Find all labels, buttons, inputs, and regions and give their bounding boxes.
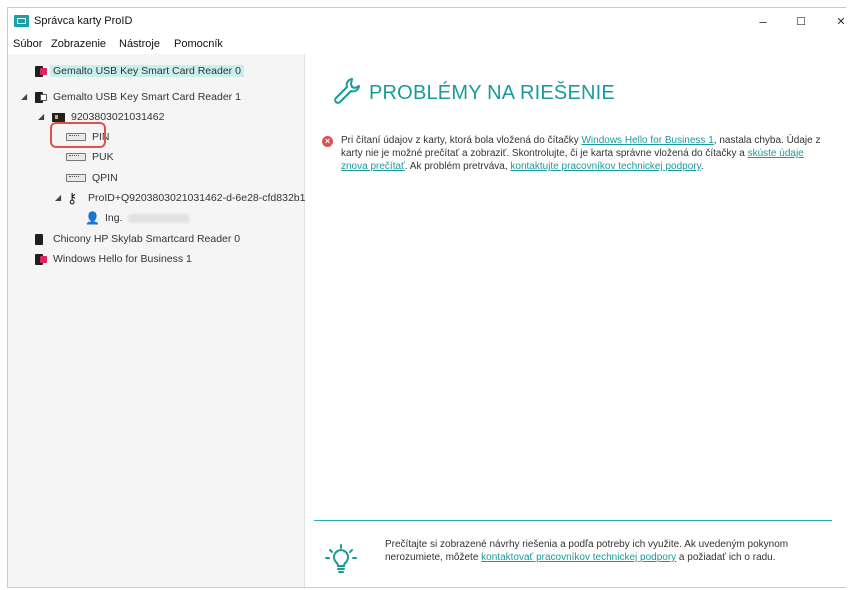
redacted-name — [127, 213, 190, 223]
user-certificate-icon: 👤 — [85, 211, 100, 225]
puk-key-icon — [66, 153, 86, 161]
tree-item-reader-chicony[interactable]: Chicony HP Skylab Smartcard Reader 0 — [35, 231, 240, 247]
tree-item-windows-hello[interactable]: Windows Hello for Business 1 — [35, 251, 192, 267]
tree-item-label: QPIN — [92, 172, 118, 184]
contact-support-link-hint[interactable]: kontaktovať pracovníkov technickej podpo… — [481, 552, 676, 563]
contact-support-link[interactable]: kontaktujte pracovníkov technickej podpo… — [510, 161, 700, 172]
tree-item-user[interactable]: 👤 Ing. — [85, 210, 190, 226]
problems-panel: PROBLÉMY NA RIEŠENIE × Pri čítaní údajov… — [305, 54, 846, 587]
certificate-key-icon: ⚷ — [67, 190, 78, 206]
menu-file[interactable]: Súbor — [13, 38, 42, 50]
tree-item-label: Gemalto USB Key Smart Card Reader 0 — [50, 65, 244, 77]
tree-item-label: ProID+Q9203803021031462-d-6e28-cfd832b1 — [88, 192, 306, 204]
smart-card-icon — [52, 112, 65, 122]
menu-bar: Súbor Zobrazenie Nástroje Pomocník — [8, 36, 846, 54]
collapse-icon[interactable]: ◢ — [21, 93, 29, 101]
reader-link[interactable]: Windows Hello for Business 1 — [581, 135, 713, 146]
tree-item-label: Gemalto USB Key Smart Card Reader 1 — [53, 91, 241, 103]
tree-item-label: Ing. — [105, 212, 123, 224]
hint-message: Prečítajte si zobrazené návrhy riešenia … — [385, 538, 825, 564]
qpin-key-icon — [66, 174, 86, 182]
menu-help[interactable]: Pomocník — [174, 38, 223, 50]
card-reader-icon — [35, 253, 47, 265]
divider — [314, 520, 832, 521]
collapse-icon[interactable]: ◢ — [38, 113, 46, 121]
menu-view[interactable]: Zobrazenie — [51, 38, 106, 50]
minimize-button[interactable]: – — [743, 11, 783, 33]
hint-text-part: a požiadať ich o radu. — [676, 552, 776, 563]
card-reader-icon — [35, 65, 47, 77]
tree-item-certificate[interactable]: ⚷ ProID+Q9203803021031462-d-6e28-cfd832b… — [67, 190, 305, 206]
lightbulb-icon — [325, 544, 357, 573]
close-button[interactable]: ✕ — [821, 11, 848, 33]
wrench-icon — [334, 78, 360, 104]
app-window: Správca karty ProID – ☐ ✕ Súbor Zobrazen… — [7, 7, 846, 588]
problems-title: PROBLÉMY NA RIEŠENIE — [369, 82, 615, 104]
error-text-part: Pri čítaní údajov z karty, ktorá bola vl… — [341, 135, 582, 146]
tree-item-label: Chicony HP Skylab Smartcard Reader 0 — [53, 233, 241, 245]
maximize-button[interactable]: ☐ — [781, 11, 821, 33]
tree-item-reader-0[interactable]: Gemalto USB Key Smart Card Reader 0 — [35, 63, 244, 79]
collapse-icon[interactable]: ◢ — [55, 194, 63, 202]
tree-pane: Gemalto USB Key Smart Card Reader 0 ◢ Ge… — [8, 54, 305, 587]
error-text-part: . Ak problém pretrváva, — [404, 161, 511, 172]
tree-item-label: PUK — [92, 151, 114, 163]
error-message: Pri čítaní údajov z karty, ktorá bola vl… — [341, 134, 821, 173]
title-bar[interactable]: Správca karty ProID – ☐ ✕ — [8, 8, 846, 36]
pin-highlight-annotation — [50, 122, 106, 148]
window-title: Správca karty ProID — [34, 15, 133, 27]
menu-tools[interactable]: Nástroje — [119, 38, 160, 50]
tree-item-reader-1[interactable]: Gemalto USB Key Smart Card Reader 1 — [35, 89, 241, 105]
card-reader-icon — [35, 233, 47, 245]
tree-item-qpin[interactable]: QPIN — [66, 170, 118, 186]
tree-item-puk[interactable]: PUK — [66, 149, 114, 165]
tree-item-label: Windows Hello for Business 1 — [53, 253, 192, 265]
error-text-part: . — [700, 161, 704, 172]
card-reader-icon — [35, 91, 47, 103]
error-icon: × — [322, 136, 333, 147]
app-icon — [14, 15, 29, 27]
